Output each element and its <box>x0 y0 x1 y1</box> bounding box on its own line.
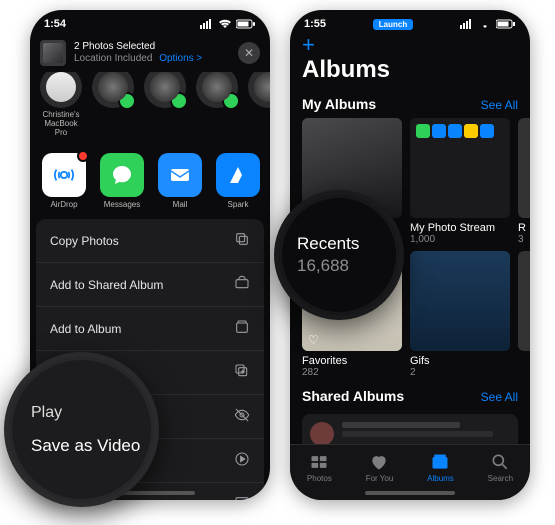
zoom-bubble-recents: Recents 16,688 <box>274 190 404 320</box>
album-count: 3 <box>518 234 530 245</box>
share-title: 2 Photos Selected <box>74 41 230 53</box>
contact-avatar[interactable] <box>92 72 134 108</box>
page-title: Albums <box>290 54 530 90</box>
app-label: Spark <box>216 200 260 209</box>
share-subtitle: Location Included Options > <box>74 53 230 65</box>
shared-album-icon <box>234 275 250 294</box>
my-albums-header: My Albums See All <box>290 90 530 118</box>
album-count: 1,000 <box>410 234 510 245</box>
mail-app-icon[interactable] <box>158 153 202 197</box>
home-indicator[interactable] <box>365 491 455 495</box>
contact-avatar[interactable] <box>144 72 186 108</box>
tab-for-you[interactable]: For You <box>366 452 394 483</box>
tab-label: For You <box>366 474 394 483</box>
tab-search[interactable]: Search <box>488 452 513 483</box>
album-photo-stream[interactable]: My Photo Stream 1,000 <box>410 118 510 245</box>
album-item[interactable]: R 3 <box>518 118 530 245</box>
album-gifs[interactable]: Gifs 2 <box>410 251 510 378</box>
status-bar: 1:55 Launch <box>290 10 530 34</box>
zoom-line: Play <box>31 404 154 422</box>
launch-badge: Launch <box>373 19 413 30</box>
signal-icon <box>200 19 214 29</box>
contact-avatar[interactable] <box>40 72 82 108</box>
add-album-button[interactable]: + <box>302 36 315 54</box>
zoom-line: 16,688 <box>297 256 399 276</box>
signal-icon <box>460 19 474 29</box>
avatar <box>310 422 334 446</box>
contact-avatar[interactable] <box>196 72 238 108</box>
album-count: 282 <box>302 367 402 378</box>
battery-icon <box>236 19 256 29</box>
tab-albums[interactable]: Albums <box>427 452 454 483</box>
tab-label: Photos <box>307 474 332 483</box>
album-count: 2 <box>410 367 510 378</box>
wifi-icon <box>478 19 492 29</box>
action-add-shared-album[interactable]: Add to Shared Album <box>36 263 264 307</box>
action-label: Copy Photos <box>50 234 119 248</box>
zoom-bubble-save-video: Play Save as Video <box>4 352 159 507</box>
airdrop-contacts-row: Christine's MacBook Pro <box>30 72 270 145</box>
status-time: 1:54 <box>44 18 66 30</box>
messages-app-icon[interactable] <box>100 153 144 197</box>
shared-albums-header: Shared Albums See All <box>290 382 530 410</box>
status-time: 1:55 <box>304 18 326 30</box>
notification-badge-icon <box>77 150 89 162</box>
album-icon <box>234 319 250 338</box>
contact-label: Christine's MacBook Pro <box>40 110 82 137</box>
play-icon <box>234 451 250 470</box>
app-label: AirDrop <box>42 200 86 209</box>
album-name: Gifs <box>410 355 510 367</box>
share-options-link[interactable]: Options > <box>159 53 202 64</box>
share-thumbnail <box>40 40 66 66</box>
tab-photos[interactable]: Photos <box>307 452 332 483</box>
action-label: Add to Album <box>50 322 121 336</box>
app-label: Messages <box>100 200 144 209</box>
album-item[interactable] <box>518 251 530 378</box>
hide-icon <box>234 407 250 426</box>
zoom-line: Recents <box>297 234 399 254</box>
action-label: Add to Shared Album <box>50 278 163 292</box>
zoom-line: Save as Video <box>31 436 154 456</box>
see-all-link[interactable]: See All <box>481 98 518 112</box>
status-bar: 1:54 <box>30 10 270 34</box>
heart-icon: ♡ <box>308 333 319 347</box>
duplicate-icon <box>234 363 250 382</box>
airdrop-app-icon[interactable] <box>42 153 86 197</box>
tab-label: Search <box>488 474 513 483</box>
share-header: 2 Photos Selected Location Included Opti… <box>30 34 270 72</box>
album-name: R <box>518 222 530 234</box>
copy-icon <box>234 231 250 250</box>
action-copy-photos[interactable]: Copy Photos <box>36 219 264 263</box>
battery-icon <box>496 19 516 29</box>
contact-avatar[interactable] <box>248 72 270 108</box>
album-name: Favorites <box>302 355 402 367</box>
tab-label: Albums <box>427 474 454 483</box>
album-name: My Photo Stream <box>410 222 510 234</box>
spark-app-icon[interactable] <box>216 153 260 197</box>
action-add-album[interactable]: Add to Album <box>36 307 264 351</box>
airplay-icon <box>234 495 250 500</box>
close-icon[interactable]: ✕ <box>238 42 260 64</box>
share-apps-row: AirDrop Messages Mail Spark <box>30 145 270 219</box>
app-label: Mail <box>158 200 202 209</box>
see-all-link[interactable]: See All <box>481 390 518 404</box>
wifi-icon <box>218 19 232 29</box>
